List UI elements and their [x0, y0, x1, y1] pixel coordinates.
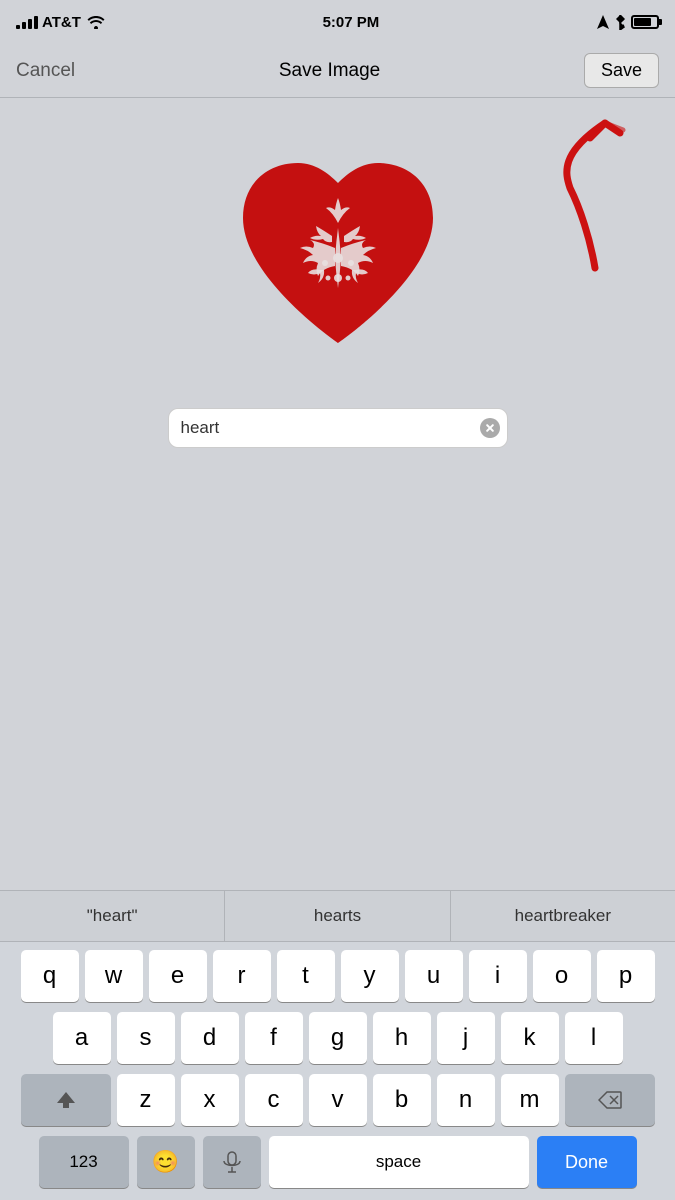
microphone-key[interactable]: [203, 1136, 261, 1188]
save-button[interactable]: Save: [584, 53, 659, 88]
signal-bar-3: [28, 19, 32, 29]
key-e[interactable]: e: [149, 950, 207, 1002]
key-r[interactable]: r: [213, 950, 271, 1002]
signal-bar-2: [22, 22, 26, 29]
key-o[interactable]: o: [533, 950, 591, 1002]
done-key[interactable]: Done: [537, 1136, 637, 1188]
signal-bar-4: [34, 16, 38, 29]
key-f[interactable]: f: [245, 1012, 303, 1064]
key-t[interactable]: t: [277, 950, 335, 1002]
search-input[interactable]: [168, 408, 508, 448]
content-area: [0, 98, 675, 518]
autocomplete-item-2[interactable]: heartbreaker: [451, 891, 675, 941]
autocomplete-item-1[interactable]: hearts: [225, 891, 450, 941]
key-g[interactable]: g: [309, 1012, 367, 1064]
autocomplete-item-0[interactable]: "heart": [0, 891, 225, 941]
emoji-key[interactable]: 😊: [137, 1136, 195, 1188]
status-right: [597, 15, 659, 30]
key-j[interactable]: j: [437, 1012, 495, 1064]
key-y[interactable]: y: [341, 950, 399, 1002]
search-container: [168, 408, 508, 448]
key-u[interactable]: u: [405, 950, 463, 1002]
keyboard-row-4: 123 😊 space Done: [4, 1136, 671, 1196]
signal-bars: [16, 15, 38, 29]
key-n[interactable]: n: [437, 1074, 495, 1126]
keyboard-row-1: q w e r t y u i o p: [4, 950, 671, 1002]
status-time: 5:07 PM: [323, 14, 380, 31]
key-d[interactable]: d: [181, 1012, 239, 1064]
key-q[interactable]: q: [21, 950, 79, 1002]
delete-key[interactable]: [565, 1074, 655, 1126]
arrow-annotation: [515, 108, 645, 288]
cancel-button[interactable]: Cancel: [16, 60, 75, 82]
key-x[interactable]: x: [181, 1074, 239, 1126]
heart-image: [218, 138, 458, 378]
shift-icon: [55, 1089, 77, 1111]
autocomplete-bar: "heart" hearts heartbreaker: [0, 890, 675, 942]
battery-icon: [631, 15, 659, 29]
carrier-label: AT&T: [42, 14, 81, 31]
key-c[interactable]: c: [245, 1074, 303, 1126]
wifi-icon: [87, 15, 105, 29]
nav-title: Save Image: [279, 60, 380, 82]
key-k[interactable]: k: [501, 1012, 559, 1064]
keyboard-row-2: a s d f g h j k l: [4, 1012, 671, 1064]
key-s[interactable]: s: [117, 1012, 175, 1064]
keyboard: q w e r t y u i o p a s d f g h j k l: [0, 942, 675, 1200]
bluetooth-icon: [615, 15, 625, 30]
key-b[interactable]: b: [373, 1074, 431, 1126]
signal-bar-1: [16, 25, 20, 29]
key-a[interactable]: a: [53, 1012, 111, 1064]
status-bar: AT&T 5:07 PM: [0, 0, 675, 44]
key-l[interactable]: l: [565, 1012, 623, 1064]
battery-fill: [634, 18, 651, 26]
delete-icon: [598, 1091, 622, 1109]
key-v[interactable]: v: [309, 1074, 367, 1126]
heart-svg: [228, 148, 448, 368]
nav-bar: Cancel Save Image Save: [0, 44, 675, 98]
key-p[interactable]: p: [597, 950, 655, 1002]
microphone-icon: [223, 1151, 241, 1173]
key-w[interactable]: w: [85, 950, 143, 1002]
keyboard-area: "heart" hearts heartbreaker q w e r t y …: [0, 890, 675, 1200]
search-clear-button[interactable]: [480, 418, 500, 438]
status-left: AT&T: [16, 14, 105, 31]
key-m[interactable]: m: [501, 1074, 559, 1126]
key-h[interactable]: h: [373, 1012, 431, 1064]
keyboard-row-3: z x c v b n m: [4, 1074, 671, 1126]
shift-key[interactable]: [21, 1074, 111, 1126]
key-i[interactable]: i: [469, 950, 527, 1002]
numbers-key[interactable]: 123: [39, 1136, 129, 1188]
space-key[interactable]: space: [269, 1136, 529, 1188]
location-icon: [597, 15, 609, 29]
key-z[interactable]: z: [117, 1074, 175, 1126]
